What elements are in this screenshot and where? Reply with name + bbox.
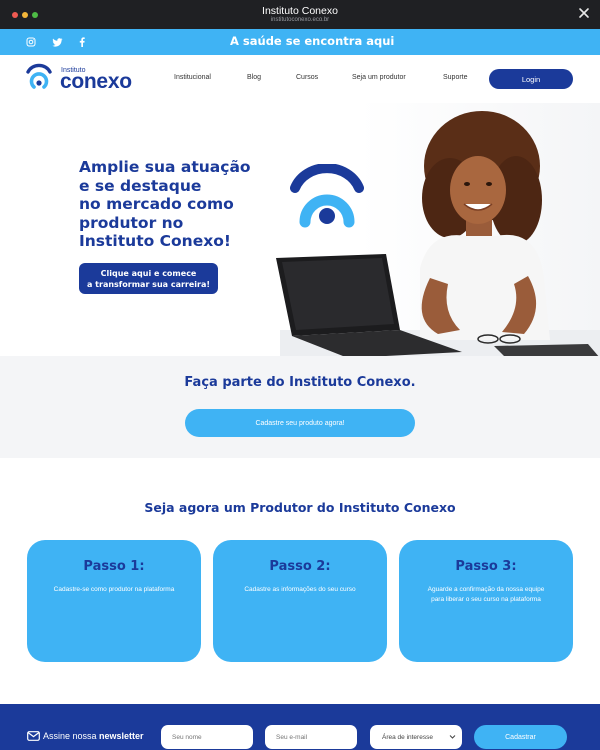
newsletter-email-input[interactable] xyxy=(265,725,357,749)
nav-cursos[interactable]: Cursos xyxy=(296,74,318,81)
conexo-logo-icon[interactable] xyxy=(26,63,52,93)
slogan: A saúde se encontra aqui xyxy=(230,34,395,48)
nav-blog[interactable]: Blog xyxy=(247,74,261,81)
newsletter-name-input[interactable] xyxy=(161,725,253,749)
nav-suporte[interactable]: Suporte xyxy=(443,74,468,81)
hero-cta-line: Clique aqui e comece xyxy=(100,268,197,278)
login-button[interactable]: Login xyxy=(489,69,573,89)
hero-title-line: Instituto Conexo! xyxy=(79,232,231,250)
window-url: institutoconexo.eco.br xyxy=(270,17,330,23)
register-product-button[interactable]: Cadastre seu produto agora! xyxy=(185,409,415,437)
close-icon[interactable] xyxy=(577,6,591,20)
hero-title-line: e se destaque xyxy=(79,176,202,195)
hero-cta-button[interactable]: Clique aqui e comece a transformar sua c… xyxy=(79,263,218,294)
newsletter-label-bold: newsletter xyxy=(99,731,144,741)
steps-title: Seja agora um Produtor do Instituto Cone… xyxy=(144,500,456,515)
newsletter-bar: Assine nossa newsletter Área de interess… xyxy=(0,704,600,750)
hero-title-line: no mercado como xyxy=(79,195,234,213)
step-text: Cadastre-se como produtor na plataforma xyxy=(53,586,175,593)
instagram-icon[interactable] xyxy=(25,36,37,48)
step-text: Aguarde a confirmação da nossa equipe pa… xyxy=(427,586,545,603)
step-title: Passo 2: xyxy=(269,559,331,574)
hero-banner: Amplie sua atuação e se destaque no merc… xyxy=(0,103,600,356)
hero-title: Amplie sua atuação e se destaque no merc… xyxy=(79,158,279,251)
step-card-2: Passo 2: Cadastre as informações do seu … xyxy=(213,540,387,662)
nav-seja-produtor[interactable]: Seja um produtor xyxy=(352,74,406,81)
facebook-icon[interactable] xyxy=(76,36,88,48)
step-title: Passo 3: xyxy=(455,559,517,574)
nav-institucional[interactable]: Institucional xyxy=(174,74,211,81)
newsletter-submit-button[interactable]: Cadastrar xyxy=(474,725,567,749)
wifi-c-logo-icon xyxy=(290,164,364,228)
chevron-down-icon xyxy=(449,735,456,739)
hero-cta-line: a transformar sua carreira! xyxy=(86,279,211,289)
interest-area-value: Área de interesse xyxy=(382,733,433,741)
interest-area-select[interactable]: Área de interesse xyxy=(370,725,462,749)
join-section: Faça parte do Instituto Conexo. Cadastre… xyxy=(0,356,600,458)
step-card-1: Passo 1: Cadastre-se como produtor na pl… xyxy=(27,540,201,662)
newsletter-label: Assine nossa newsletter xyxy=(43,731,144,741)
step-text: Cadastre as informações do seu curso xyxy=(244,586,356,593)
step-card-3: Passo 3: Aguarde a confirmação da nossa … xyxy=(399,540,573,662)
envelope-icon xyxy=(27,731,40,741)
logo-wordmark[interactable]: conexo xyxy=(60,70,132,94)
top-bar: A saúde se encontra aqui xyxy=(0,29,600,55)
hero-title-line: Amplie sua atuação xyxy=(79,158,251,176)
window-title: Instituto Conexo xyxy=(262,5,338,17)
site-header: Instituto conexo Institucional Blog Curs… xyxy=(0,55,600,103)
step-title: Passo 1: xyxy=(83,559,145,574)
window-titlebar: Instituto Conexo institutoconexo.eco.br xyxy=(0,0,600,29)
newsletter-label-prefix: Assine nossa xyxy=(43,731,97,741)
twitter-icon[interactable] xyxy=(51,36,63,48)
hero-title-line: produtor no xyxy=(79,213,184,232)
join-title: Faça parte do Instituto Conexo. xyxy=(184,375,416,390)
